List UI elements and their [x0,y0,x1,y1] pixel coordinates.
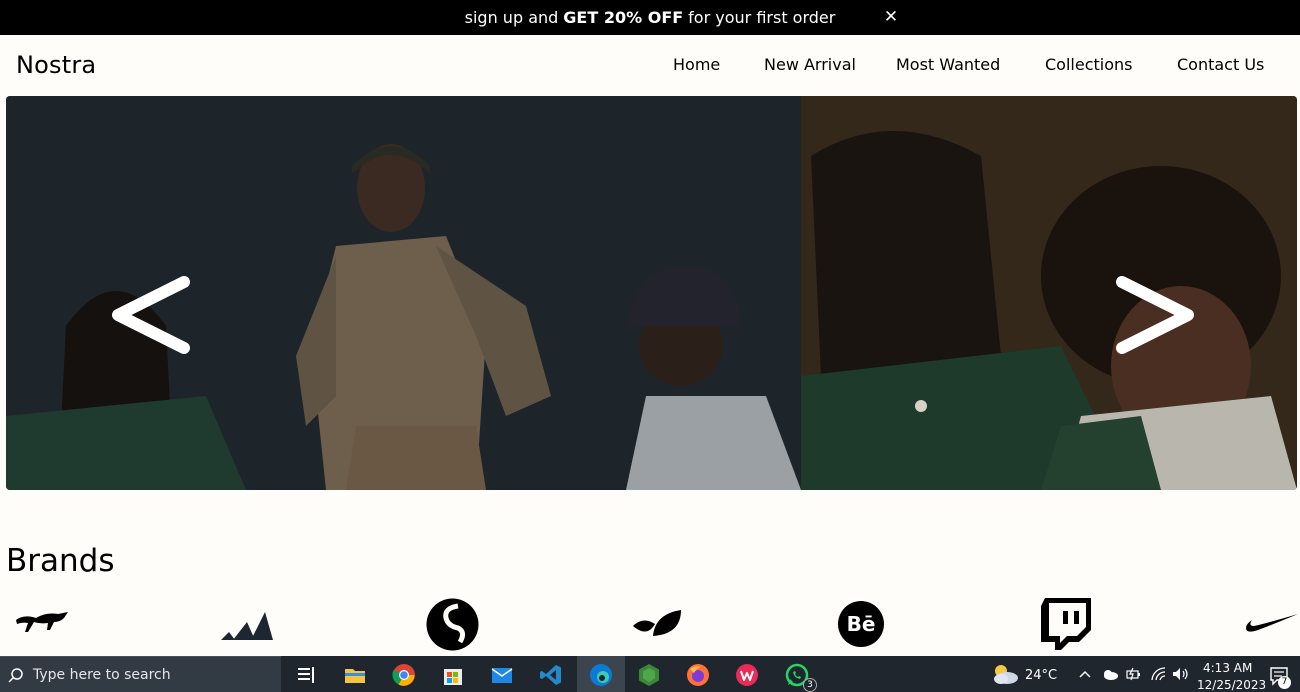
search-icon [8,668,23,683]
nav-new-arrival[interactable]: New Arrival [764,55,856,74]
whatsapp-unread-badge: 3 [803,678,817,692]
chevron-left-icon[interactable] [108,276,190,354]
simplenote-icon[interactable] [426,598,479,651]
firefox-icon[interactable] [686,663,710,687]
chevron-right-icon[interactable] [1116,276,1198,354]
clock-time[interactable]: 4:13 AM [1203,661,1252,675]
weather-temperature: 24°C [1025,668,1058,683]
clock-date[interactable]: 12/25/2023 [1197,678,1266,692]
svg-text:Bē: Bē [847,612,876,636]
volume-icon[interactable] [1172,667,1190,681]
adidas-icon[interactable] [221,610,273,640]
brands-heading: Brands [6,543,115,579]
hero-carousel [6,96,1297,490]
chevron-up-icon[interactable] [1079,670,1091,678]
task-view-icon[interactable] [295,663,319,687]
search-placeholder: Type here to search [33,667,171,683]
taskbar-search[interactable]: Type here to search [0,656,281,692]
promo-banner: sign up and GET 20% OFF for your first o… [0,0,1300,35]
weather-partly-cloudy-icon[interactable] [990,662,1020,686]
promo-text-end: for your first order [688,8,836,27]
puma-icon[interactable] [14,608,70,636]
chrome-icon[interactable] [392,663,416,687]
promo-discount: GET 20% OFF [563,8,684,27]
vscode-icon[interactable] [539,663,563,687]
nike-icon[interactable] [1244,612,1298,636]
nav-collections[interactable]: Collections [1045,55,1132,74]
twitch-icon[interactable] [1041,598,1091,650]
hero-image-portraits [801,96,1297,490]
mail-icon[interactable] [490,663,514,687]
behance-icon[interactable]: Bē [838,601,884,647]
leaf-icon[interactable] [631,608,683,640]
nodejs-icon[interactable] [637,663,661,687]
edge-icon[interactable] [589,663,613,687]
wifi-icon[interactable] [1151,667,1167,681]
notification-count-badge: 7 [1278,676,1291,689]
nav-most-wanted[interactable]: Most Wanted [896,55,1000,74]
file-explorer-icon[interactable] [343,663,367,687]
close-icon[interactable]: ✕ [882,7,900,27]
taskbar: Type here to search 3 24°C 4:13 AM 12/25… [0,656,1300,692]
nav-home[interactable]: Home [673,55,720,74]
onedrive-cloud-icon[interactable] [1101,668,1119,680]
promo-text-start: sign up and [464,8,559,27]
site-logo[interactable]: Nostra [16,51,96,79]
battery-charging-icon[interactable] [1126,667,1142,681]
nav-contact-us[interactable]: Contact Us [1177,55,1264,74]
microsoft-store-icon[interactable] [441,663,465,687]
wps-office-icon[interactable] [735,663,759,687]
site-header: Nostra Home New Arrival Most Wanted Coll… [0,35,1300,96]
